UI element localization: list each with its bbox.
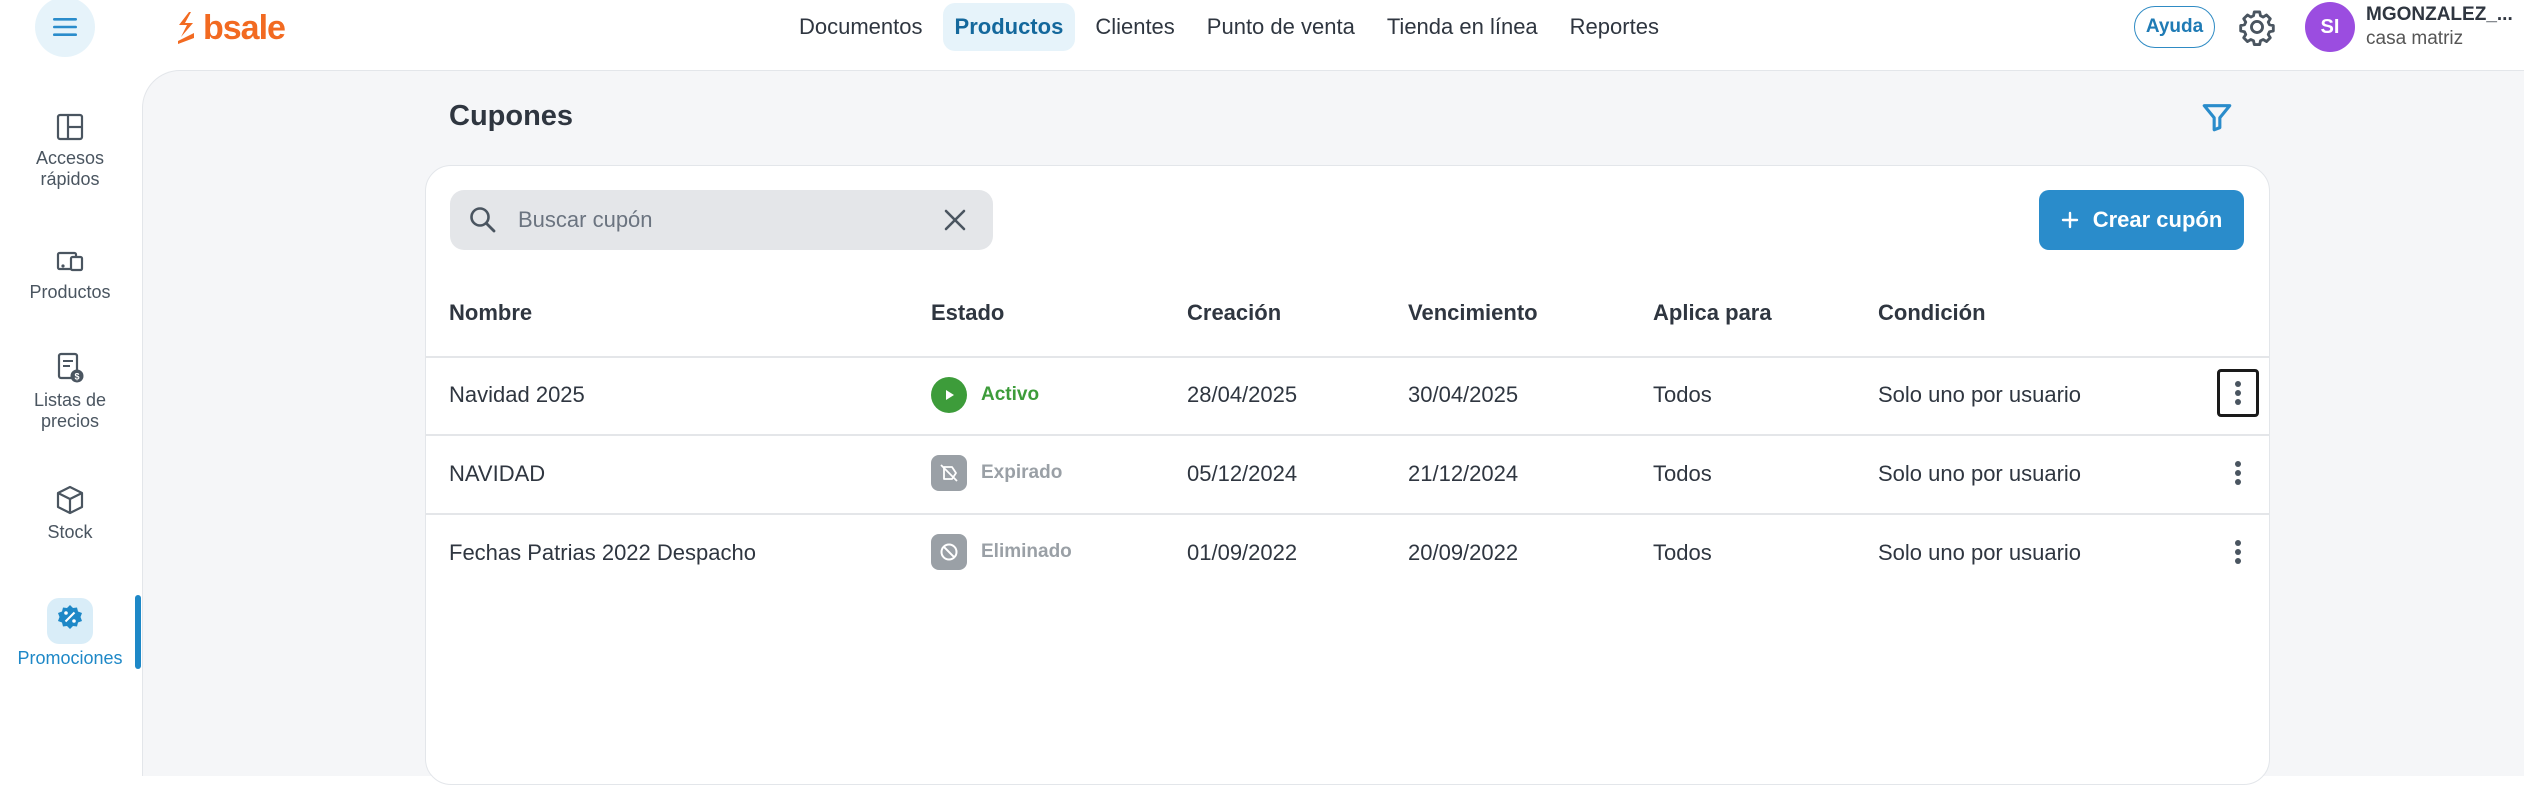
create-coupon-label: Crear cupón bbox=[2092, 207, 2223, 232]
svg-text:$: $ bbox=[74, 372, 79, 382]
coupon-name: NAVIDAD bbox=[449, 461, 546, 486]
brand-logo[interactable]: bsale bbox=[175, 8, 286, 47]
nav-productos[interactable]: Productos bbox=[942, 3, 1076, 51]
brand-name: bsale bbox=[203, 8, 286, 47]
user-branch: casa matriz bbox=[2366, 28, 2464, 49]
sidebar-item-label: Stock bbox=[47, 522, 93, 542]
nav-punto-de-venta[interactable]: Punto de venta bbox=[1195, 3, 1367, 51]
status-label: Expirado bbox=[981, 462, 1063, 483]
sidebar-item-stock[interactable]: Stock bbox=[0, 484, 140, 543]
search-icon bbox=[470, 207, 496, 233]
promotions-icon bbox=[58, 605, 82, 629]
column-header-vencimiento: Vencimiento bbox=[1408, 300, 1538, 325]
column-header-condicion: Condición bbox=[1878, 300, 1986, 325]
play-icon bbox=[931, 377, 967, 413]
page-title: Cupones bbox=[449, 100, 574, 132]
status-badge: Expirado bbox=[931, 455, 1062, 491]
blocked-icon bbox=[931, 534, 967, 570]
sidebar-item-label: Listas de precios bbox=[33, 390, 107, 431]
status-badge: Eliminado bbox=[931, 534, 1072, 570]
plus-icon bbox=[2061, 211, 2078, 229]
nav-reportes[interactable]: Reportes bbox=[1558, 3, 1671, 51]
column-header-aplica-para: Aplica para bbox=[1653, 300, 1772, 325]
created-date: 01/09/2022 bbox=[1187, 540, 1298, 565]
top-bar: bsale Documentos Productos Clientes Punt… bbox=[0, 0, 2524, 70]
status-label: Activo bbox=[981, 384, 1040, 405]
applies-to: Todos bbox=[1653, 382, 1712, 407]
divider bbox=[425, 513, 2270, 515]
coupon-name: Fechas Patrias 2022 Despacho bbox=[449, 540, 756, 565]
promotions-badge bbox=[47, 598, 93, 644]
divider bbox=[425, 356, 2270, 358]
expired-tag-icon bbox=[931, 455, 967, 491]
expiry-date: 30/04/2025 bbox=[1408, 382, 1519, 407]
applies-to: Todos bbox=[1653, 540, 1712, 565]
price-list-icon: $ bbox=[57, 352, 84, 383]
avatar[interactable]: SI bbox=[2305, 2, 2355, 52]
expiry-date: 20/09/2022 bbox=[1408, 540, 1519, 565]
more-vertical-icon bbox=[2235, 540, 2241, 564]
sidebar-item-listas-de-precios[interactable]: $ Listas de precios bbox=[0, 352, 140, 432]
filter-icon[interactable] bbox=[2200, 100, 2234, 134]
gear-icon[interactable] bbox=[2238, 8, 2276, 46]
nav-documentos[interactable]: Documentos bbox=[787, 3, 935, 51]
condition: Solo uno por usuario bbox=[1878, 540, 2082, 565]
row-actions-button[interactable] bbox=[2217, 449, 2259, 497]
help-button[interactable]: Ayuda bbox=[2134, 6, 2215, 48]
stock-box-icon bbox=[56, 485, 84, 515]
sidebar-item-label: Accesos rápidos bbox=[35, 148, 105, 189]
expiry-date: 21/12/2024 bbox=[1408, 461, 1519, 486]
applies-to: Todos bbox=[1653, 461, 1712, 486]
column-header-creacion: Creación bbox=[1187, 300, 1282, 325]
bsale-logo-icon bbox=[178, 12, 194, 44]
more-vertical-icon bbox=[2235, 461, 2241, 485]
close-icon[interactable] bbox=[943, 208, 967, 232]
search-input[interactable] bbox=[518, 207, 898, 233]
created-date: 28/04/2025 bbox=[1187, 382, 1298, 407]
coupon-name: Navidad 2025 bbox=[449, 382, 585, 407]
hamburger-icon bbox=[53, 18, 77, 36]
column-header-estado: Estado bbox=[931, 300, 1005, 325]
column-header-nombre: Nombre bbox=[449, 300, 533, 325]
condition: Solo uno por usuario bbox=[1878, 382, 2082, 407]
nav-clientes[interactable]: Clientes bbox=[1083, 3, 1186, 51]
sidebar-item-label: Promociones bbox=[17, 648, 123, 668]
divider bbox=[425, 434, 2270, 436]
sidebar-active-indicator bbox=[135, 595, 141, 669]
created-date: 05/12/2024 bbox=[1187, 461, 1298, 486]
sidebar-item-label: Productos bbox=[29, 282, 111, 302]
nav-tienda-en-linea[interactable]: Tienda en línea bbox=[1375, 3, 1550, 51]
sidebar-item-accesos-rapidos[interactable]: Accesos rápidos bbox=[0, 112, 140, 190]
row-actions-button[interactable] bbox=[2217, 528, 2259, 576]
menu-button[interactable] bbox=[35, 0, 95, 57]
sidebar-item-productos[interactable]: Productos bbox=[0, 246, 140, 303]
sidebar-item-promociones[interactable]: Promociones bbox=[0, 598, 140, 669]
condition: Solo uno por usuario bbox=[1878, 461, 2082, 486]
search-box[interactable] bbox=[450, 190, 993, 250]
quick-access-icon bbox=[56, 113, 84, 141]
status-label: Eliminado bbox=[981, 541, 1072, 562]
status-badge: Activo bbox=[931, 377, 1039, 413]
user-name[interactable]: MGONZALEZ_... bbox=[2366, 4, 2516, 26]
create-coupon-button[interactable]: Crear cupón bbox=[2039, 190, 2244, 250]
sidebar: Accesos rápidos Productos $ Listas de pr… bbox=[0, 70, 141, 776]
products-icon bbox=[56, 251, 84, 272]
row-actions-button[interactable] bbox=[2217, 369, 2259, 417]
more-vertical-icon bbox=[2235, 381, 2241, 405]
main-nav: Documentos Productos Clientes Punto de v… bbox=[787, 3, 1671, 51]
